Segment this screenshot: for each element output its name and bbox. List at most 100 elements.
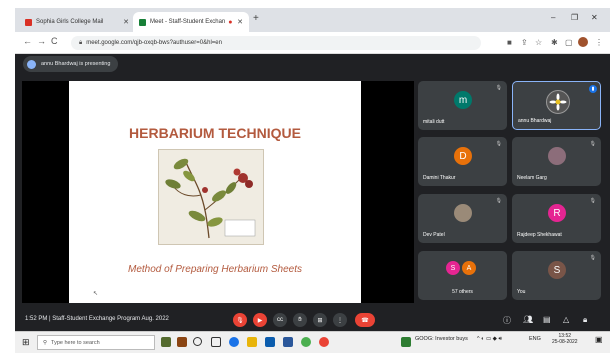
presenter-avatar	[27, 59, 36, 69]
participant-tile[interactable]: 🎙︎ R Rajdeep Shekhawat	[512, 194, 601, 243]
captions-button[interactable]: cc	[273, 313, 287, 327]
recording-dot-icon: ●	[228, 18, 233, 26]
tab-gmail[interactable]: Sophia Girls College Mail ✕	[19, 12, 135, 32]
slide-title: HERBARIUM TECHNIQUE	[129, 125, 301, 141]
browser-tab-bar: Sophia Girls College Mail ✕ Meet - Staff…	[15, 8, 610, 32]
tray-icons[interactable]: ^ ◐ ▭ ◆ 🔊︎	[477, 336, 502, 343]
presenting-bar: annu Bhardwaj is presenting	[15, 54, 610, 74]
menu-icon[interactable]: ⋮	[595, 38, 603, 47]
tab-title: Meet - Staff-Student Exchan	[150, 19, 226, 25]
news-ticker[interactable]: GOOG: Investor buys	[415, 336, 468, 342]
info-icon[interactable]: ⓘ	[503, 315, 511, 326]
more-options-button[interactable]: ⋮	[333, 313, 347, 327]
close-icon[interactable]: ✕	[237, 18, 243, 26]
url-field[interactable]: 🔒︎ meet.google.com/qjb-oxqb-bws?authuser…	[71, 36, 481, 50]
mic-off-icon: 🎙︎	[589, 255, 596, 261]
mouse-cursor-icon: ↖	[93, 291, 99, 297]
profile-avatar[interactable]	[578, 37, 588, 47]
meeting-info: 1:52 PM | Staff-Student Exchange Program…	[25, 316, 169, 322]
present-button[interactable]: ⊞	[313, 313, 327, 327]
avatar: S	[548, 261, 566, 279]
avatar: R	[548, 204, 566, 222]
lock-icon: 🔒︎	[79, 39, 83, 46]
minimize-icon[interactable]: –	[551, 13, 555, 22]
windows-taskbar: ⊞ ⚲ Type here to search GOOG: Investor b…	[15, 331, 610, 353]
file-explorer-icon[interactable]	[247, 337, 257, 347]
extensions-icon[interactable]: ✱	[551, 38, 558, 47]
avatar-photo	[454, 204, 472, 222]
participant-tile[interactable]: 🎙︎ m mitali dutt	[418, 81, 507, 130]
taskbar-search[interactable]: ⚲ Type here to search	[37, 335, 155, 350]
avatar: S	[446, 261, 460, 275]
sidebar-icon[interactable]: ▢	[565, 38, 573, 47]
clock[interactable]: 13:52 25-08-2022	[552, 333, 578, 345]
participant-tile[interactable]: 🎙︎ Dev Patel	[418, 194, 507, 243]
participant-name: Rajdeep Shekhawat	[517, 232, 562, 238]
tab-title: Sophia Girls College Mail	[36, 19, 104, 25]
others-tile[interactable]: S A 57 others	[418, 251, 507, 300]
participant-tile[interactable]: 🎙︎ D Damini Thakur	[418, 137, 507, 186]
taskbar-app-icon[interactable]	[177, 337, 187, 347]
avatar: m	[454, 91, 472, 109]
maximize-icon[interactable]: ❐	[571, 13, 578, 22]
presenting-chip[interactable]: annu Bhardwaj is presenting	[23, 56, 119, 72]
people-icon[interactable]: 👥︎	[523, 315, 533, 324]
slide: HERBARIUM TECHNIQUE Method of Preparing …	[69, 81, 361, 303]
avatar: D	[454, 147, 472, 165]
host-controls-icon[interactable]: 🔒︎	[583, 315, 587, 325]
taskbar-news-widget-icon[interactable]	[161, 337, 171, 347]
cortana-icon[interactable]	[193, 337, 202, 346]
url-text: meet.google.com/qjb-oxqb-bws?authuser=0&…	[86, 40, 222, 46]
meet-control-bar: 1:52 PM | Staff-Student Exchange Program…	[15, 309, 610, 331]
participant-tile[interactable]: 🎙︎ Neelam Garg	[512, 137, 601, 186]
participant-name: annu Bhardwaj	[518, 118, 552, 124]
tab-meet[interactable]: Meet - Staff-Student Exchan ● ✕	[133, 12, 249, 32]
mic-off-icon: 🎙︎	[589, 198, 596, 204]
windows-start-icon[interactable]: ⊞	[22, 337, 30, 348]
mic-off-icon: 🎙︎	[495, 141, 502, 147]
share-icon[interactable]: ⇪	[521, 38, 528, 47]
meet-icon	[139, 18, 146, 26]
edge-icon[interactable]	[229, 337, 239, 347]
camera-off-button[interactable]: ▶	[253, 313, 267, 327]
participant-name: Neelam Garg	[517, 175, 547, 181]
participant-tile-active[interactable]: ▮ annu Bhardwaj	[512, 81, 601, 130]
close-icon[interactable]: ✕	[123, 18, 129, 26]
address-bar: ← → C 🔒︎ meet.google.com/qjb-oxqb-bws?au…	[15, 32, 610, 54]
search-icon: ⚲	[43, 339, 48, 346]
new-tab-button[interactable]: +	[253, 13, 259, 24]
close-window-icon[interactable]: ✕	[591, 13, 598, 22]
star-icon[interactable]: ☆	[535, 38, 542, 47]
chrome-profile-icon[interactable]	[319, 337, 329, 347]
participant-name: You	[517, 289, 526, 295]
back-icon[interactable]: ←	[23, 36, 32, 46]
task-view-icon[interactable]	[211, 337, 221, 347]
reload-icon[interactable]: C	[51, 36, 58, 46]
camera-icon[interactable]: ■	[507, 38, 512, 47]
mic-off-icon: 🎙︎	[589, 141, 596, 147]
word-icon[interactable]	[283, 337, 293, 347]
stock-icon	[401, 337, 411, 347]
self-tile[interactable]: 🎙︎ S You	[512, 251, 601, 300]
screen: Sophia Girls College Mail ✕ Meet - Staff…	[15, 8, 610, 353]
forward-icon[interactable]: →	[37, 36, 46, 46]
language-indicator[interactable]: ENG	[529, 336, 541, 342]
mic-off-icon: 🎙︎	[495, 85, 502, 91]
mic-off-button[interactable]: 🎙︎	[233, 313, 247, 327]
activities-icon[interactable]: △	[563, 315, 569, 324]
search-placeholder: Type here to search	[51, 339, 100, 346]
speaking-indicator-icon: ▮	[589, 85, 597, 93]
slide-subtitle: Method of Preparing Herbarium Sheets	[128, 264, 302, 275]
presentation-stage: HERBARIUM TECHNIQUE Method of Preparing …	[22, 81, 414, 303]
avatar: A	[462, 261, 476, 275]
clock-date: 25-08-2022	[552, 339, 578, 345]
chrome-icon[interactable]	[301, 337, 311, 347]
raise-hand-button[interactable]: ✋︎	[293, 313, 307, 327]
end-call-button[interactable]: ☎	[355, 313, 375, 327]
participant-name: Dev Patel	[423, 232, 445, 238]
chat-icon[interactable]: ▤	[543, 315, 551, 324]
store-icon[interactable]	[265, 337, 275, 347]
gmail-icon	[25, 18, 32, 26]
avatar-photo	[546, 90, 570, 114]
notifications-icon[interactable]: ▣	[595, 335, 603, 344]
